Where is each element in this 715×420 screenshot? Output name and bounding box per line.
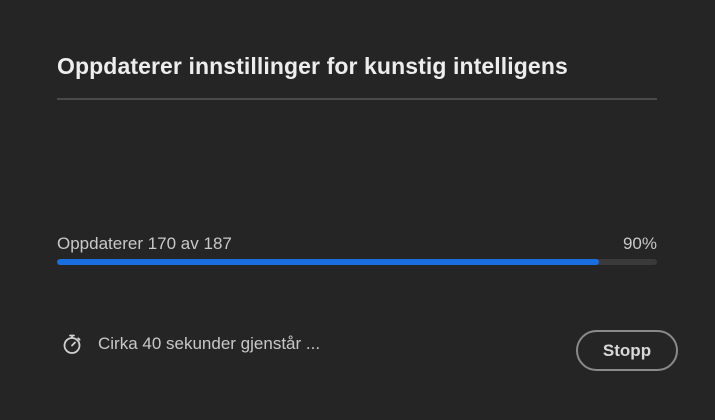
progress-label: Oppdaterer 170 av 187 (57, 234, 232, 253)
update-dialog: Oppdaterer innstillinger for kunstig int… (0, 0, 715, 420)
time-remaining: Cirka 40 sekunder gjenstår ... (61, 333, 320, 355)
dialog-title: Oppdaterer innstillinger for kunstig int… (57, 53, 568, 79)
progress-percent: 90% (622, 234, 657, 253)
progress-bar (57, 259, 657, 265)
progress-bar-fill (57, 259, 600, 265)
title-divider (57, 98, 657, 100)
stopwatch-icon (61, 333, 83, 355)
stop-button[interactable]: Stopp (576, 330, 678, 371)
time-remaining-text: Cirka 40 sekunder gjenstår ... (98, 334, 321, 353)
